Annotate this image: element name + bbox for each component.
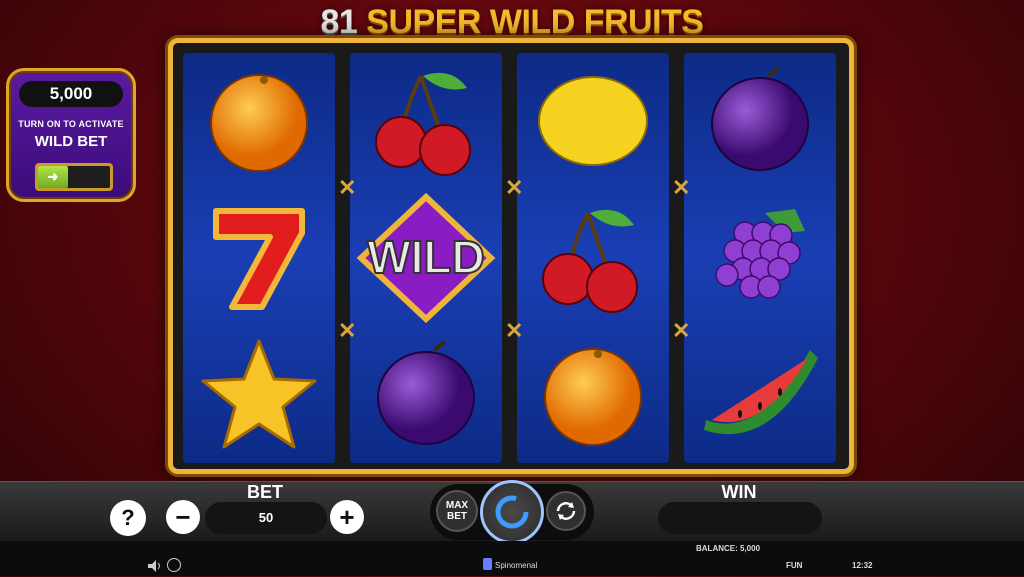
clock: 12:32 <box>852 561 873 570</box>
wild-bet-toggle[interactable]: ➜ <box>35 163 113 191</box>
plum-symbol <box>684 53 836 189</box>
wild-bet-label: WILD BET <box>34 133 108 150</box>
reel-divider-icon: ✕ <box>338 318 357 343</box>
help-button[interactable]: ? <box>110 500 146 536</box>
spin-button[interactable] <box>480 480 544 544</box>
autoplay-icon <box>556 502 576 520</box>
reel-divider-icon: ✕ <box>672 175 691 200</box>
spinomenal-logo-icon <box>483 558 492 570</box>
reel-divider-icon: ✕ <box>505 175 524 200</box>
watermelon-symbol <box>684 327 836 463</box>
svg-text:WILD: WILD <box>367 231 485 283</box>
game-title-number: 81 <box>320 3 358 41</box>
autoplay-button[interactable] <box>546 491 586 531</box>
grapes-symbol <box>684 190 836 326</box>
status-bar: BALANCE: 5,000 Spinomenal FUN 12:32 <box>0 541 1024 576</box>
game-title-text: SUPER WILD FRUITS <box>366 3 704 41</box>
reel-divider-icon: ✕ <box>672 318 691 343</box>
game-title: 81 SUPER WILD FRUITS <box>0 2 1024 42</box>
control-bar: ? BET − 50 + MAX BET WIN <box>0 480 1024 544</box>
reel-1 <box>183 53 335 463</box>
provider-name: Spinomenal <box>495 561 538 570</box>
win-title: WIN <box>721 482 757 502</box>
bet-decrease-button[interactable]: − <box>166 500 200 534</box>
reel-4 <box>684 53 836 463</box>
wild-bet-panel: 5,000 TURN ON TO ACTIVATE WILD BET ➜ <box>6 68 136 202</box>
sound-icon[interactable] <box>148 559 162 572</box>
bet-title: BET <box>247 482 283 502</box>
orange-symbol <box>517 327 669 463</box>
win-value <box>658 502 822 534</box>
max-bet-line1: MAX <box>445 500 469 511</box>
plum-symbol <box>350 327 502 463</box>
bet-value: 50 <box>205 502 327 534</box>
settings-icon[interactable] <box>167 558 181 572</box>
reel-divider-icon: ✕ <box>505 318 524 343</box>
orange-symbol <box>183 53 335 189</box>
spin-icon <box>495 495 529 529</box>
cherry-symbol <box>350 53 502 189</box>
bet-increase-button[interactable]: + <box>330 500 364 534</box>
star-symbol <box>183 327 335 463</box>
max-bet-button[interactable]: MAX BET <box>436 490 478 532</box>
wild-bet-toggle-track: ➜ <box>38 166 110 188</box>
wild-bet-hint: TURN ON TO ACTIVATE <box>18 119 124 129</box>
wild-symbol: WILD <box>350 190 502 326</box>
max-bet-line2: BET <box>447 511 467 522</box>
wild-bet-amount: 5,000 <box>19 81 123 107</box>
lemon-symbol <box>517 53 669 189</box>
cherry-symbol <box>517 190 669 326</box>
balance-display: BALANCE: 5,000 <box>696 544 761 553</box>
reels-frame: WILD ✕ ✕ ✕ ✕ ✕ ✕ <box>168 38 854 474</box>
reel-2: WILD <box>350 53 502 463</box>
reel-3 <box>517 53 669 463</box>
reel-divider-icon: ✕ <box>338 175 357 200</box>
seven-symbol <box>183 190 335 326</box>
arrow-right-icon: ➜ <box>38 166 68 188</box>
mode-label: FUN <box>786 561 803 570</box>
